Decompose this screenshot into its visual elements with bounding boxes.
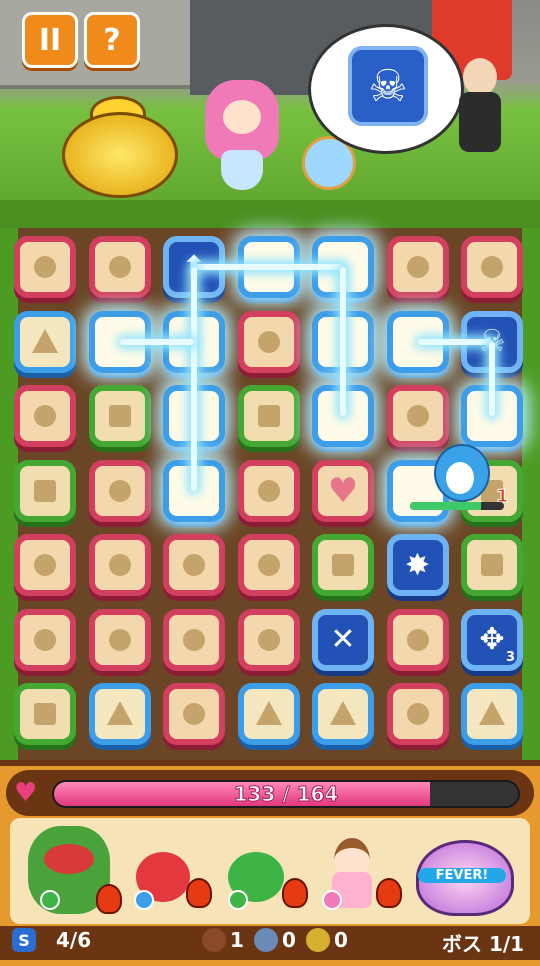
tile-special-cross[interactable]: ✕ xyxy=(312,608,374,671)
leaf-attr-icon xyxy=(40,890,60,910)
item-2-count: 0 xyxy=(282,928,296,952)
fever-label: FEVER! xyxy=(418,868,506,883)
turn-counter: 4/6 xyxy=(56,928,92,952)
item-1-count: 1 xyxy=(230,928,244,952)
tile-red-circle[interactable] xyxy=(237,310,300,373)
link-beam xyxy=(489,341,495,416)
fire-icon xyxy=(282,878,308,908)
tile-heart[interactable]: ♥ xyxy=(312,459,374,522)
tile-green-square[interactable] xyxy=(237,385,300,447)
tile-red-circle[interactable] xyxy=(237,534,300,596)
fire-icon xyxy=(376,878,402,908)
tile-green-square[interactable] xyxy=(88,385,151,447)
help-button[interactable]: ? xyxy=(84,12,140,68)
tile-red-circle[interactable] xyxy=(88,534,151,596)
tile-red-circle[interactable] xyxy=(88,608,151,671)
s-rank-icon: S xyxy=(12,928,36,952)
tile-red-circle[interactable] xyxy=(461,236,523,298)
item-1-icon xyxy=(202,928,226,952)
link-beam xyxy=(191,267,197,491)
golden-ufo xyxy=(62,112,178,198)
vine-right xyxy=(522,228,540,760)
help-icon: ? xyxy=(103,22,121,58)
grass xyxy=(0,200,540,230)
tile-red-circle[interactable] xyxy=(386,236,449,298)
heart-icon: ♥ xyxy=(14,778,38,808)
tile-green-square[interactable] xyxy=(14,459,76,522)
item-3-count: 0 xyxy=(334,928,348,952)
tile-blue-tri[interactable] xyxy=(88,683,151,745)
butler-character xyxy=(455,58,505,158)
link-beam xyxy=(340,267,346,416)
boss-counter: ボス 1/1 xyxy=(442,932,525,956)
tile-red-circle[interactable] xyxy=(14,385,76,447)
tile-red-circle[interactable] xyxy=(237,459,300,522)
tile-red-circle[interactable] xyxy=(386,683,449,745)
fire-icon xyxy=(96,884,122,914)
item-3-icon xyxy=(306,928,330,952)
tile-red-circle[interactable] xyxy=(163,683,225,745)
tile-red-circle[interactable] xyxy=(88,236,151,298)
tile-green-square[interactable] xyxy=(461,534,523,596)
tile-green-square[interactable] xyxy=(312,534,374,596)
tile-red-circle[interactable] xyxy=(386,385,449,447)
tile-special-sun[interactable]: ✸ xyxy=(386,534,449,596)
tile-blue-tri[interactable] xyxy=(312,683,374,745)
tile-special-move[interactable]: ✥ 3 xyxy=(461,608,523,671)
heart-attr-icon xyxy=(322,890,342,910)
tile-blue-tri[interactable] xyxy=(14,310,76,373)
penguin-enemy[interactable] xyxy=(424,444,496,502)
link-beam xyxy=(194,264,343,270)
pause-icon: II xyxy=(38,22,62,58)
princess-character xyxy=(205,80,279,200)
fire-icon xyxy=(186,878,212,908)
tile-red-circle[interactable] xyxy=(14,608,76,671)
tile-red-circle[interactable] xyxy=(163,534,225,596)
tile-red-circle[interactable] xyxy=(88,459,151,522)
link-beam xyxy=(119,338,194,345)
hp-text: 133 / 164 xyxy=(233,782,339,807)
enemy-hp-bar xyxy=(410,502,504,510)
item-2-icon xyxy=(254,928,278,952)
skull-icon: ☠ xyxy=(348,46,428,126)
water-attr-icon xyxy=(134,890,154,910)
tile-blue-tri[interactable] xyxy=(461,683,523,745)
tile-red-circle[interactable] xyxy=(163,608,225,671)
leaf-attr-icon xyxy=(228,890,248,910)
link-beam xyxy=(417,338,492,345)
tile-green-square[interactable] xyxy=(14,683,76,745)
tile-blue-tri[interactable] xyxy=(237,683,300,745)
tile-red-circle[interactable] xyxy=(14,236,76,298)
pause-button[interactable]: II xyxy=(22,12,78,68)
tile-red-circle[interactable] xyxy=(237,608,300,671)
tile-red-circle[interactable] xyxy=(14,534,76,596)
tile-red-circle[interactable] xyxy=(386,608,449,671)
